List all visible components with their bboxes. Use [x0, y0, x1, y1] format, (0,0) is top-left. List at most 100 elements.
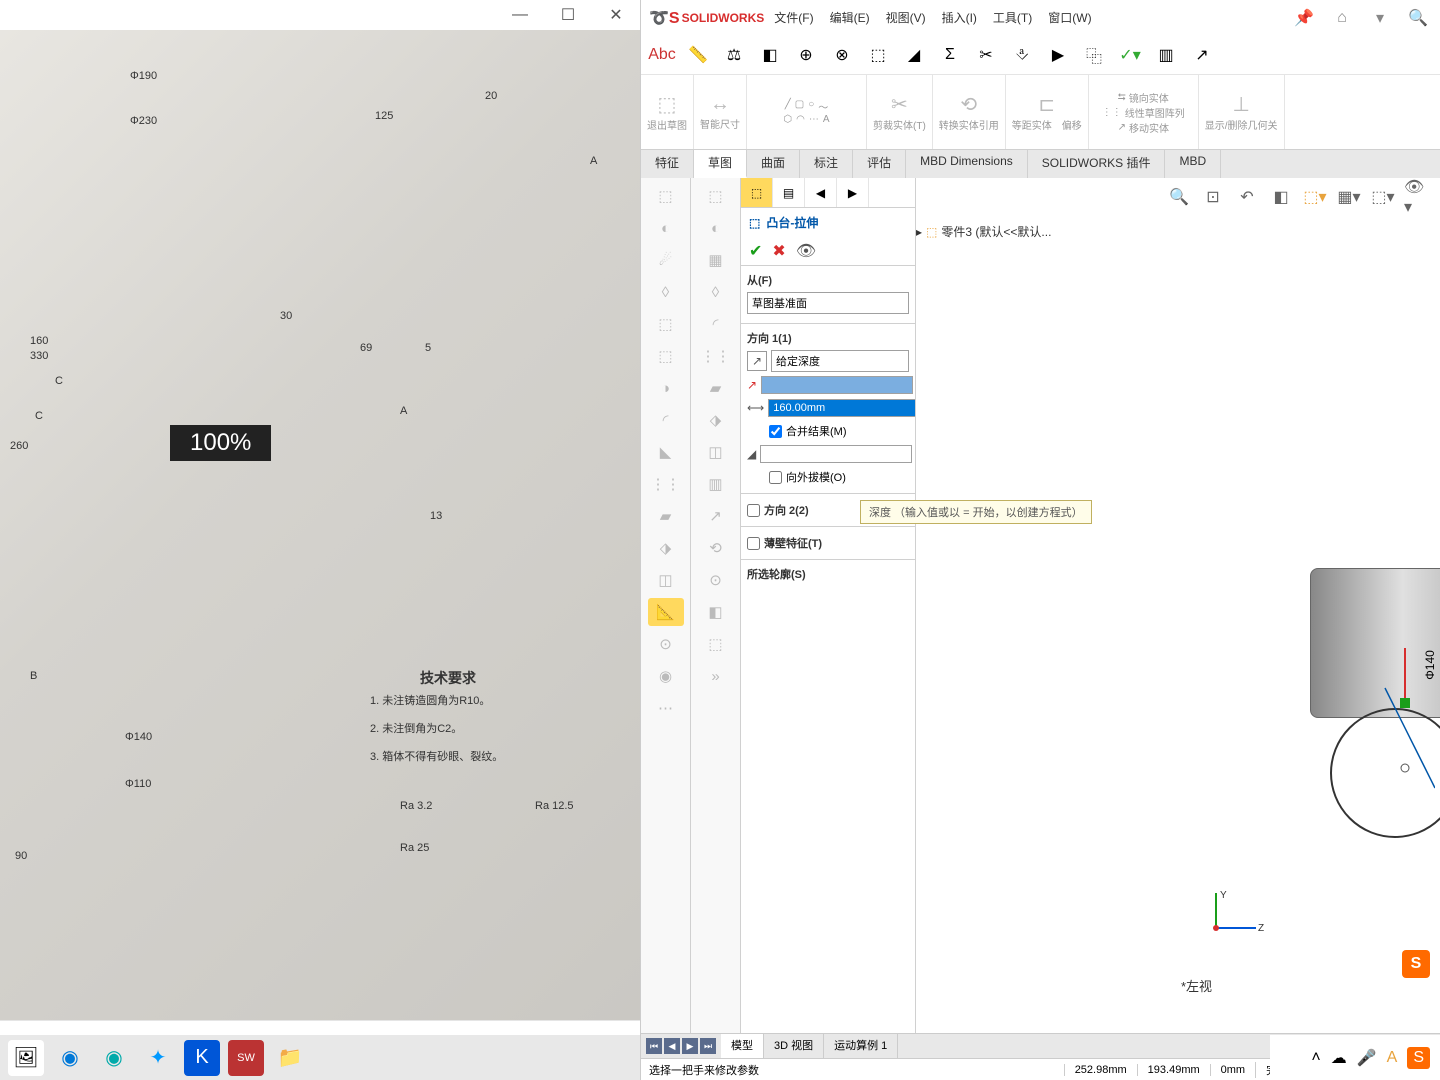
rb-smart-dim[interactable]: ↔智能尺寸	[694, 75, 747, 149]
st-icon[interactable]: ⟲	[698, 534, 734, 562]
tab-annotate[interactable]: 标注	[800, 150, 853, 178]
shell-icon[interactable]: ◫	[648, 566, 684, 594]
menu-edit[interactable]: 编辑(E)	[824, 7, 876, 28]
app-edge-legacy[interactable]: ◉	[96, 1040, 132, 1076]
feature-tree-item[interactable]: ▸⬚ 零件3 (默认<<默认...	[916, 223, 1051, 240]
draft-icon[interactable]: ◢	[747, 444, 756, 464]
rb-trim[interactable]: ✂剪裁实体(T)	[867, 75, 933, 149]
zoom-fit-icon[interactable]: 🔍	[1166, 184, 1192, 210]
tray-ime-icon[interactable]: A	[1387, 1049, 1398, 1067]
pattern-icon[interactable]: ⋮⋮	[648, 470, 684, 498]
draft-out-checkbox[interactable]	[769, 471, 782, 484]
menu-view[interactable]: 视图(V)	[880, 7, 932, 28]
tab-features[interactable]: 特征	[641, 150, 694, 178]
geometry-icon[interactable]: ✂	[971, 40, 1001, 70]
view-orient-icon[interactable]: ⬚▾	[1302, 184, 1328, 210]
maximize-button[interactable]: ☐	[552, 1, 584, 29]
st-icon[interactable]: ◧	[698, 598, 734, 626]
st-icon[interactable]: ⬚	[698, 630, 734, 658]
end-condition-dropdown[interactable]: 给定深度	[771, 350, 909, 372]
rb-offset[interactable]: ⊏等距实体 偏移	[1006, 75, 1089, 149]
tab-mbd-dims[interactable]: MBD Dimensions	[906, 150, 1028, 178]
pin-icon[interactable]: 📌	[1290, 4, 1318, 32]
design-icon[interactable]: ⬚	[863, 40, 893, 70]
report-icon[interactable]: ▥	[1151, 40, 1181, 70]
home-icon[interactable]: ⌂	[1328, 4, 1356, 32]
tab-surface[interactable]: 曲面	[747, 150, 800, 178]
st-icon[interactable]: ⋮⋮	[698, 342, 734, 370]
menu-tools[interactable]: 工具(T)	[987, 7, 1038, 28]
compare-icon[interactable]: ⎀	[1007, 40, 1037, 70]
loft-icon[interactable]: ◊	[648, 278, 684, 306]
sweep-icon[interactable]: ☄	[648, 246, 684, 274]
tab-motion[interactable]: 运动算例 1	[824, 1034, 898, 1058]
dome-icon[interactable]: ◉	[648, 662, 684, 690]
nav-prev[interactable]: ◀	[664, 1038, 680, 1054]
depth-input[interactable]	[768, 399, 916, 417]
menu-window[interactable]: 窗口(W)	[1042, 7, 1097, 28]
menu-insert[interactable]: 插入(I)	[936, 7, 983, 28]
balloon-icon[interactable]: ⊗	[827, 40, 857, 70]
pm-tab-feature[interactable]: ⬚	[741, 178, 773, 207]
app-tencent[interactable]: ✦	[140, 1040, 176, 1076]
pm-tab-fwd[interactable]: ▶	[837, 178, 869, 207]
rb-sketch-tools[interactable]: ╱▢○～ ⬡◠⋯A	[747, 75, 867, 149]
draft-icon[interactable]: ⬗	[648, 534, 684, 562]
direction-icon[interactable]: ↗	[747, 375, 757, 395]
zoom-area-icon[interactable]: ⊡	[1200, 184, 1226, 210]
draft-field[interactable]	[760, 445, 912, 463]
measure-icon[interactable]: 📏	[683, 40, 713, 70]
expand-icon[interactable]: »	[698, 662, 734, 690]
rib-icon[interactable]: ▰	[648, 502, 684, 530]
recent-icon[interactable]: ▾	[1366, 4, 1394, 32]
more-icon[interactable]: ⋯	[648, 694, 684, 722]
rb-exit-sketch[interactable]: ⬚退出草图	[641, 75, 694, 149]
cut-extrude-icon[interactable]: ⬚	[648, 342, 684, 370]
menu-file[interactable]: 文件(F)	[768, 7, 819, 28]
nav-next[interactable]: ▶	[682, 1038, 698, 1054]
st-icon[interactable]: ◫	[698, 438, 734, 466]
app-solidworks[interactable]: SW	[228, 1040, 264, 1076]
preview-button[interactable]: 👁	[796, 241, 816, 261]
model-viewport[interactable]: 🔍 ⊡ ↶ ◧ ⬚▾ ▦▾ ⬚▾ 👁▾ ▸⬚ 零件3 (默认<<默认...	[916, 178, 1440, 1033]
app-photo[interactable]: 🖼	[8, 1040, 44, 1076]
chamfer-icon[interactable]: ◣	[648, 438, 684, 466]
revolve-icon[interactable]: ◐	[648, 214, 684, 242]
section-view-icon[interactable]: ◧	[1268, 184, 1294, 210]
merge-checkbox[interactable]	[769, 425, 782, 438]
tray-mic-icon[interactable]: 🎤	[1357, 1048, 1377, 1068]
ok-button[interactable]: ✔	[749, 241, 762, 261]
tab-model[interactable]: 模型	[721, 1034, 764, 1058]
st-icon[interactable]: ◊	[698, 278, 734, 306]
fillet-icon[interactable]: ◜	[648, 406, 684, 434]
app-k[interactable]: K	[184, 1040, 220, 1076]
cancel-button[interactable]: ✖	[772, 241, 785, 261]
sigma-icon[interactable]: Σ	[935, 40, 965, 70]
spellcheck-icon[interactable]: Abc	[647, 40, 677, 70]
tab-sketch[interactable]: 草图	[694, 150, 747, 178]
app-edge[interactable]: ◉	[52, 1040, 88, 1076]
from-dropdown[interactable]: 草图基准面	[747, 292, 909, 314]
rb-show[interactable]: ⊥显示/删除几何关	[1199, 75, 1285, 149]
tab-3dview[interactable]: 3D 视图	[764, 1034, 824, 1058]
draft-icon[interactable]: ◢	[899, 40, 929, 70]
thin-checkbox[interactable]	[747, 537, 760, 550]
close-button[interactable]: ✕	[600, 1, 632, 29]
nav-last[interactable]: ⏭	[700, 1038, 716, 1054]
st-icon[interactable]: ▥	[698, 470, 734, 498]
section-icon[interactable]: ◧	[755, 40, 785, 70]
st-icon[interactable]: ⬚	[698, 182, 734, 210]
tray-sogou-icon[interactable]: S	[1407, 1047, 1430, 1069]
display-style-icon[interactable]: ▦▾	[1336, 184, 1362, 210]
reverse-icon[interactable]: ↗	[747, 351, 767, 371]
prev-icon[interactable]: ↶	[1234, 184, 1260, 210]
rb-mirror[interactable]: ⮀镜向实体 ⋮⋮线性草图阵列 ↗移动实体	[1089, 75, 1199, 149]
nav-first[interactable]: ⏮	[646, 1038, 662, 1054]
tab-mbd[interactable]: MBD	[1165, 150, 1221, 178]
st-icon[interactable]: ▰	[698, 374, 734, 402]
st-icon[interactable]: ↗	[698, 502, 734, 530]
minimize-button[interactable]: —	[504, 1, 536, 29]
st-icon[interactable]: ◐	[698, 214, 734, 242]
pm-tab-config[interactable]: ▤	[773, 178, 805, 207]
wrap-icon[interactable]: ⊙	[648, 630, 684, 658]
